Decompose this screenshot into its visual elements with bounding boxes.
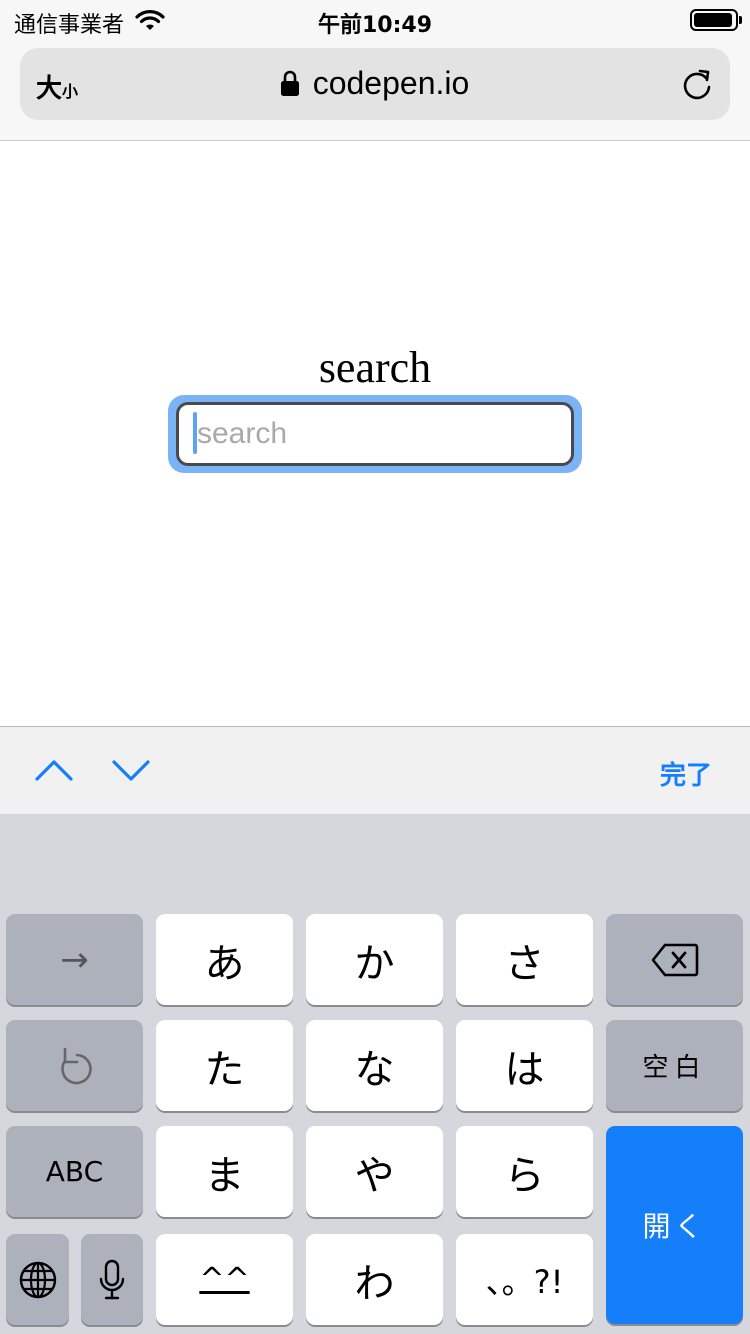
key-next-candidate[interactable]: →: [6, 914, 143, 1005]
key-ma[interactable]: ま: [156, 1126, 293, 1217]
undo-icon: [60, 1047, 92, 1084]
key-space[interactable]: 空白: [606, 1020, 743, 1111]
done-button[interactable]: 完了: [660, 755, 712, 792]
screen: 通信事業者 午前10:49 大小 codepen.io search searc…: [0, 0, 750, 1334]
key-ra[interactable]: ら: [456, 1126, 593, 1217]
chevron-up-icon[interactable]: [34, 755, 74, 785]
clock: 午前10:49: [317, 13, 433, 38]
japanese-keyboard: → あ か さ た な は 空白 ABC ま や ら 開く ^^ わ 、。?!: [0, 814, 750, 1334]
key-ta[interactable]: た: [156, 1020, 293, 1111]
key-wa[interactable]: わ: [306, 1234, 443, 1325]
key-sa[interactable]: さ: [456, 914, 593, 1005]
key-backspace[interactable]: [606, 914, 743, 1005]
key-ka[interactable]: か: [306, 914, 443, 1005]
microphone-icon: [99, 1259, 125, 1299]
lock-icon: [280, 70, 299, 96]
url-display[interactable]: codepen.io: [20, 65, 730, 102]
browser-toolbar: 大小 codepen.io: [0, 40, 750, 141]
address-bar[interactable]: 大小 codepen.io: [20, 48, 730, 120]
reload-icon[interactable]: [680, 68, 714, 102]
backspace-icon: [651, 943, 698, 976]
battery-level: [694, 13, 732, 27]
battery-icon: [690, 9, 738, 31]
key-undo[interactable]: [6, 1020, 143, 1111]
page-heading: search: [318, 343, 432, 392]
key-globe[interactable]: [6, 1234, 69, 1325]
key-microphone[interactable]: [81, 1234, 143, 1325]
url-text: codepen.io: [312, 65, 470, 101]
key-kaomoji[interactable]: ^^: [156, 1234, 293, 1325]
key-abc[interactable]: ABC: [6, 1126, 143, 1217]
globe-icon: [19, 1261, 56, 1298]
key-a[interactable]: あ: [156, 914, 293, 1005]
key-ha[interactable]: は: [456, 1020, 593, 1111]
key-ya[interactable]: や: [306, 1126, 443, 1217]
battery-tip: [739, 16, 742, 24]
key-return-open[interactable]: 開く: [606, 1126, 743, 1324]
text-caret: [193, 412, 197, 454]
keyboard-accessory-bar: 完了: [0, 726, 750, 814]
search-input[interactable]: [176, 402, 574, 466]
key-na[interactable]: な: [306, 1020, 443, 1111]
status-bar: 通信事業者 午前10:49: [0, 0, 750, 40]
key-punctuation[interactable]: 、。?!: [456, 1234, 593, 1325]
chevron-down-icon[interactable]: [111, 755, 151, 785]
